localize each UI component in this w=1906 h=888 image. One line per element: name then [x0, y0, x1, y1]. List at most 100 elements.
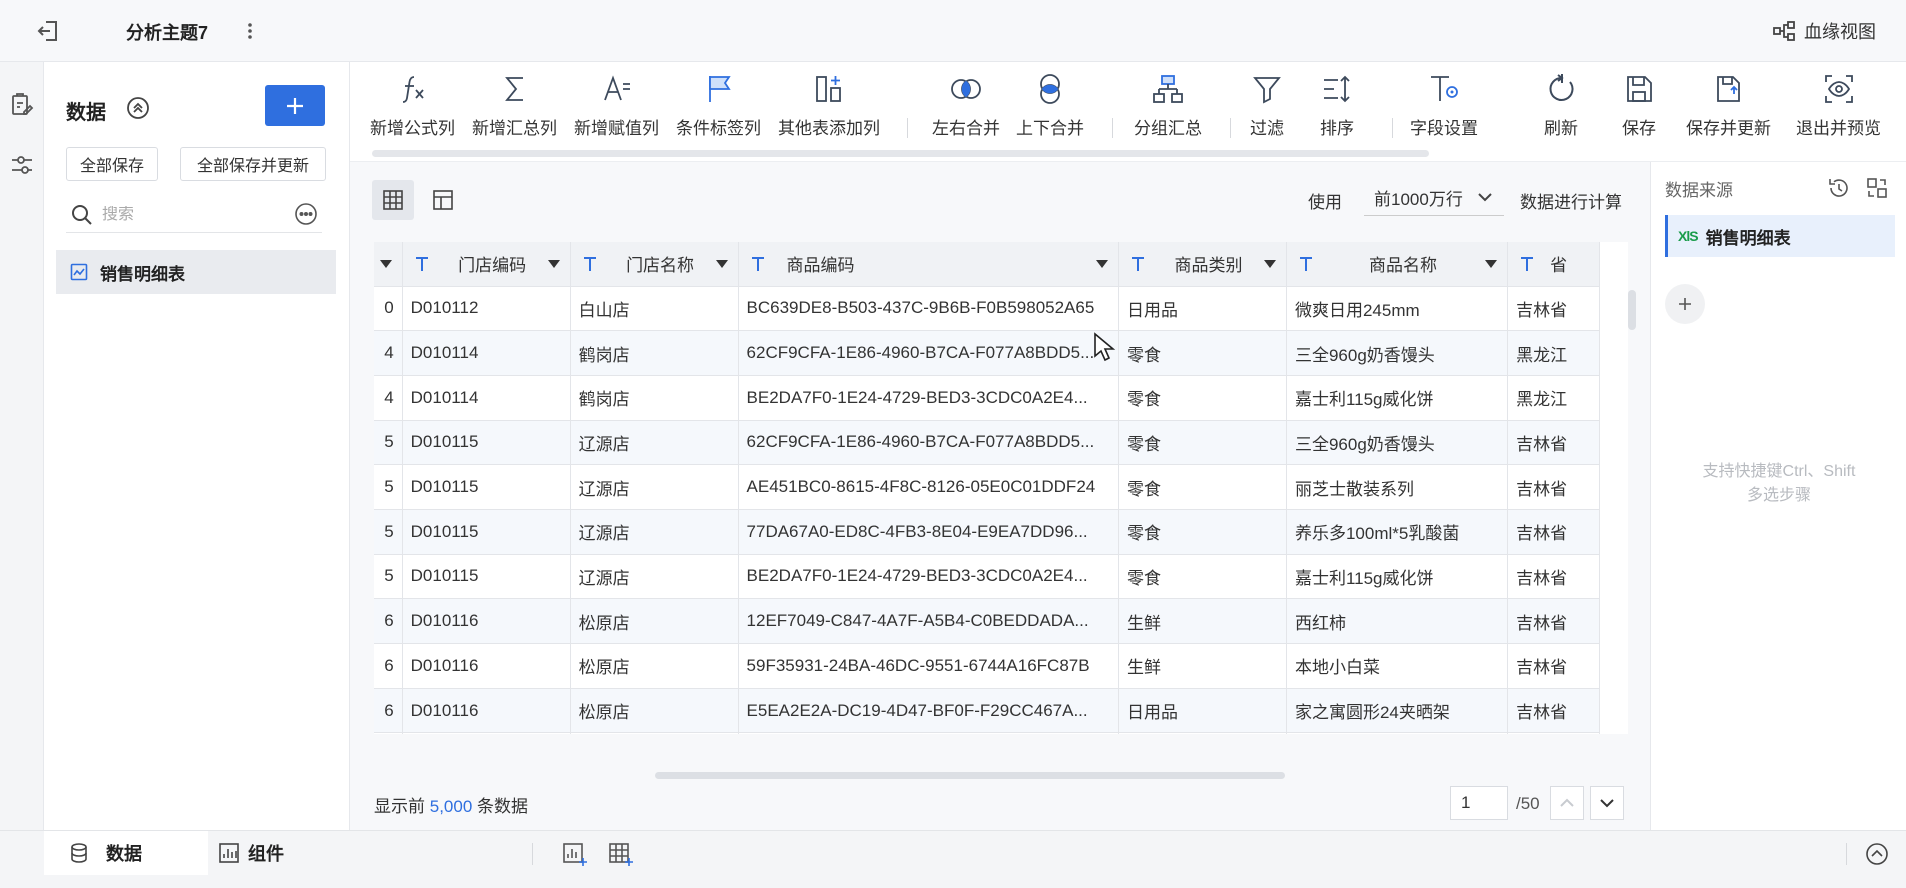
table-row[interactable]: 4 D010114 鹤岗店 BE2DA7F0-1E24-4729-BED3-3CDC0… [374, 375, 1600, 421]
switch-source-icon[interactable] [1865, 176, 1889, 200]
prev-page-button[interactable] [1550, 786, 1584, 820]
table-cell[interactable]: D010115 [402, 420, 571, 466]
settings-sliders-icon[interactable] [9, 152, 35, 178]
collapse-up-icon[interactable] [126, 96, 150, 120]
table-cell[interactable]: D010112 [402, 286, 571, 332]
table-cell-truncated[interactable]: 4 [374, 330, 403, 376]
add-assign-column-button[interactable]: 新增赋值列 [574, 72, 659, 152]
history-icon[interactable] [1827, 176, 1851, 200]
table-cell[interactable]: BC639DE8-B503-437C-9B6B-F0B598052A65 [738, 286, 1120, 332]
exit-icon[interactable] [34, 18, 62, 44]
add-summary-column-button[interactable]: 新增汇总列 [472, 72, 557, 152]
more-vertical-icon[interactable] [244, 18, 256, 44]
table-row[interactable]: 5 D010115 辽源店 BE2DA7F0-1E24-4729-BED3-3CDC0… [374, 554, 1600, 600]
table-row[interactable]: 0 D010112 白山店 BC639DE8-B503-437C-9B6B-F0B59… [374, 286, 1600, 332]
table-cell[interactable]: 黑龙江 [1507, 375, 1600, 421]
search-input[interactable] [102, 205, 262, 224]
table-cell[interactable]: E5EA2E2A-DC19-4D47-BF0F-F29CC467A... [738, 688, 1120, 734]
table-cell[interactable]: 吉林省 [1507, 554, 1600, 600]
table-cell[interactable]: D010114 [402, 375, 571, 421]
refresh-button[interactable]: 刷新 [1544, 72, 1578, 152]
table-cell-truncated[interactable]: 5 [374, 464, 403, 510]
table-cell[interactable]: 鹤岗店 [570, 375, 739, 421]
table-cell-truncated[interactable]: 5 [374, 554, 403, 600]
table-cell[interactable]: 62CF9CFA-1E86-4960-B7CA-F077A8BDD5... [738, 420, 1120, 466]
table-cell[interactable]: D010116 [402, 598, 571, 644]
table-cell[interactable]: 嘉士利115g威化饼 [1286, 554, 1509, 600]
dropdown-arrow-icon[interactable] [379, 259, 392, 268]
table-cell[interactable]: 本地小白菜 [1286, 643, 1509, 689]
dropdown-arrow-icon[interactable] [1096, 259, 1109, 268]
table-row[interactable]: 6D010116松原店E5EA2E2A-DC19-4D47-BF0F-F29CC… [374, 688, 1600, 734]
table-cell[interactable]: BE2DA7F0-1E24-4729-BED3-3CDC0A2E4... [738, 554, 1120, 600]
table-cell[interactable]: 吉林省 [1507, 464, 1600, 510]
table-cell[interactable]: 黑龙江 [1507, 330, 1600, 376]
table-cell[interactable]: 辽源店 [570, 420, 739, 466]
data-edit-icon[interactable] [9, 92, 35, 118]
table-row[interactable]: 6 D010116 松原店 59F35931-24BA-46DC-9551-6744A… [374, 643, 1600, 689]
sort-button[interactable]: 排序 [1320, 72, 1354, 152]
table-cell[interactable]: D010114 [402, 330, 571, 376]
table-cell-truncated[interactable]: 6 [374, 688, 403, 734]
table-cell[interactable]: D010116 [402, 643, 571, 689]
column-header[interactable]: 商品名称 [1286, 242, 1509, 287]
table-cell-truncated[interactable]: 0 [374, 286, 403, 332]
save-all-update-button[interactable]: 全部保存并更新 [180, 147, 326, 181]
table-cell[interactable]: 零食 [1118, 554, 1287, 600]
vertical-scrollbar[interactable] [1628, 290, 1636, 330]
table-cell[interactable]: 77DA67A0-ED8C-4FB3-8E04-E9EA7DD96... [738, 509, 1120, 555]
table-cell[interactable]: D010115 [402, 464, 571, 510]
column-header[interactable]: 商品类别 [1118, 242, 1287, 287]
table-cell-truncated[interactable]: 5 [374, 420, 403, 466]
merge-vertical-button[interactable]: 上下合并 [1016, 72, 1084, 152]
table-cell[interactable]: AE451BC0-8615-4F8C-8126-05E0C01DDF24 [738, 464, 1120, 510]
merge-horizontal-button[interactable]: 左右合并 [932, 72, 1000, 152]
table-cell-truncated[interactable]: 6 [374, 732, 403, 734]
table-cell[interactable]: D010115 [402, 554, 571, 600]
table-cell[interactable]: 吉林省 [1507, 732, 1600, 734]
table-cell[interactable]: 松原店 [570, 688, 739, 734]
table-row[interactable]: 5 D010115 辽源店 AE451BC0-8615-4F8C-8126-05E0C… [374, 464, 1600, 510]
dropdown-arrow-icon[interactable] [715, 259, 728, 268]
table-cell[interactable]: 吉林省 [1507, 509, 1600, 555]
table-cell[interactable]: 松原店 [570, 732, 739, 734]
data-source-item[interactable]: XlS 销售明细表 [1665, 215, 1895, 257]
next-page-button[interactable] [1590, 786, 1624, 820]
table-row[interactable]: 6D010116松原店E5EA2E2A-DC19-4D47-BF0F-F29CC… [374, 732, 1600, 734]
filter-button[interactable]: 过滤 [1250, 72, 1284, 152]
table-cell[interactable]: 家之寓圆形24夹晒架 [1286, 688, 1509, 734]
table-cell[interactable]: 家之寓圆形24夹晒架 [1286, 732, 1509, 734]
add-column-from-table-button[interactable]: 其他表添加列 [778, 72, 880, 152]
add-table-icon[interactable] [608, 841, 634, 867]
field-settings-button[interactable]: 字段设置 [1410, 72, 1478, 152]
group-summary-button[interactable]: 分组汇总 [1134, 72, 1202, 152]
table-cell[interactable]: 松原店 [570, 643, 739, 689]
lineage-view-button[interactable]: 血缘视图 [1772, 18, 1876, 44]
dropdown-arrow-icon[interactable] [1263, 259, 1276, 268]
table-cell[interactable]: 12EF7049-C847-4A7F-A5B4-C0BEDDADA... [738, 598, 1120, 644]
table-cell[interactable]: 西红柿 [1286, 598, 1509, 644]
table-cell-truncated[interactable]: 4 [374, 375, 403, 421]
add-formula-column-button[interactable]: 新增公式列 [370, 72, 455, 152]
table-cell[interactable]: D010115 [402, 509, 571, 555]
save-all-button[interactable]: 全部保存 [66, 147, 158, 181]
table-cell[interactable]: 辽源店 [570, 509, 739, 555]
column-header[interactable]: 门店名称 [570, 242, 739, 287]
table-cell[interactable]: 吉林省 [1507, 643, 1600, 689]
dropdown-arrow-icon[interactable] [547, 259, 560, 268]
table-cell[interactable]: 吉林省 [1507, 688, 1600, 734]
layout-view-button[interactable] [422, 180, 464, 220]
table-cell[interactable]: 三全960g奶香馒头 [1286, 420, 1509, 466]
table-cell[interactable]: 辽源店 [570, 554, 739, 600]
table-cell[interactable]: E5EA2E2A-DC19-4D47-BF0F-F29CC467A... [738, 732, 1120, 734]
table-row[interactable]: 5 D010115 辽源店 62CF9CFA-1E86-4960-B7CA-F077A… [374, 420, 1600, 466]
table-cell[interactable]: 日用品 [1118, 286, 1287, 332]
add-step-button[interactable] [1665, 284, 1705, 324]
table-cell[interactable]: 鹤岗店 [570, 330, 739, 376]
table-cell[interactable]: 日用品 [1118, 688, 1287, 734]
table-cell[interactable]: 白山店 [570, 286, 739, 332]
expand-up-icon[interactable] [1864, 841, 1890, 867]
table-cell[interactable]: 59F35931-24BA-46DC-9551-6744A16FC87B [738, 643, 1120, 689]
table-cell[interactable]: 生鲜 [1118, 643, 1287, 689]
tab-data[interactable]: 数据 [44, 831, 208, 875]
